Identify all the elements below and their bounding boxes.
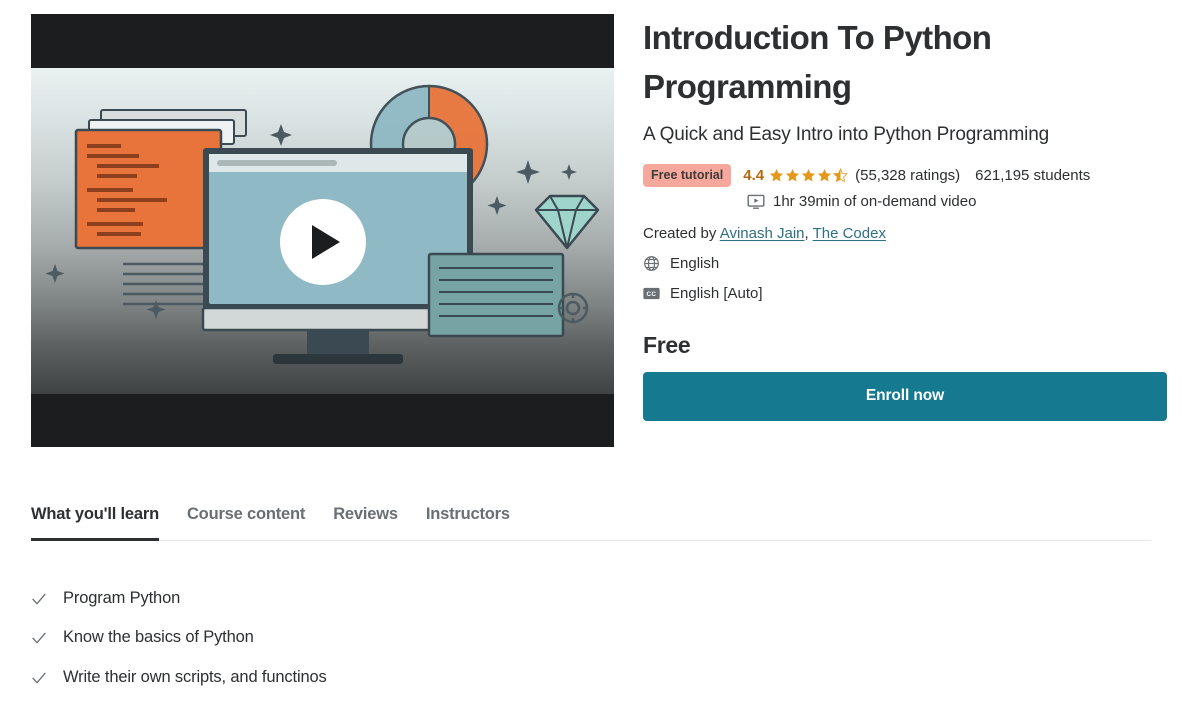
- tab-course-content[interactable]: Course content: [173, 505, 319, 541]
- list-item: Write their own scripts, and functinos: [31, 667, 731, 688]
- course-duration-row: 1hr 39min of on-demand video: [747, 193, 1167, 211]
- what-youll-learn-list: Program Python Know the basics of Python…: [31, 588, 731, 706]
- course-captions-row: CC English [Auto]: [643, 285, 1167, 302]
- course-language-row: English: [643, 255, 1167, 272]
- play-icon: [312, 225, 340, 259]
- course-subtitle: A Quick and Easy Intro into Python Progr…: [643, 122, 1167, 149]
- svg-text:CC: CC: [646, 291, 656, 298]
- course-tabs: What you'll learn Course content Reviews…: [31, 505, 1151, 541]
- students-count: 621,195 students: [975, 167, 1090, 184]
- status-badge: Free tutorial: [643, 164, 731, 187]
- list-item: Program Python: [31, 588, 731, 609]
- enroll-now-button[interactable]: Enroll now: [643, 372, 1167, 421]
- star-icon: [817, 168, 832, 183]
- course-info-panel: Introduction To Python Programming A Qui…: [643, 14, 1167, 421]
- check-icon: [31, 630, 47, 646]
- course-preview-player[interactable]: Preview this course: [31, 14, 614, 447]
- list-item-label: Program Python: [63, 588, 180, 609]
- course-price: Free: [643, 332, 1167, 359]
- globe-icon: [643, 255, 660, 272]
- course-language: English: [670, 255, 719, 272]
- player-letterbox-top: [31, 14, 614, 68]
- course-captions: English [Auto]: [670, 285, 763, 302]
- star-icon: [785, 168, 800, 183]
- list-item-label: Know the basics of Python: [63, 627, 254, 648]
- course-landing-page: Preview this course Introduction To Pyth…: [0, 0, 1182, 718]
- instructor-link-2[interactable]: The Codex: [813, 225, 886, 242]
- check-icon: [31, 670, 47, 686]
- player-letterbox-bottom: [31, 394, 614, 447]
- play-button[interactable]: [280, 199, 366, 285]
- course-meta-row: Free tutorial 4.4: [643, 164, 1167, 187]
- star-half-icon: [833, 168, 848, 183]
- tab-what-youll-learn[interactable]: What you'll learn: [31, 505, 173, 541]
- ratings-count: (55,328 ratings): [855, 167, 960, 184]
- closed-captions-icon: CC: [643, 285, 660, 302]
- star-icon: [801, 168, 816, 183]
- list-item-label: Write their own scripts, and functinos: [63, 667, 327, 688]
- rating-value: 4.4: [743, 167, 764, 184]
- created-by-row: Created by Avinash Jain, The Codex: [643, 225, 1167, 242]
- tab-reviews[interactable]: Reviews: [319, 505, 412, 541]
- list-item: Know the basics of Python: [31, 627, 731, 648]
- course-tabs-section: What you'll learn Course content Reviews…: [31, 505, 1151, 541]
- check-icon: [31, 591, 47, 607]
- created-by-label: Created by: [643, 225, 720, 242]
- instructor-link-1[interactable]: Avinash Jain: [720, 225, 805, 242]
- author-separator: ,: [805, 225, 813, 242]
- page-title: Introduction To Python Programming: [643, 14, 1167, 111]
- course-duration: 1hr 39min of on-demand video: [773, 193, 976, 210]
- star-icon: [769, 168, 784, 183]
- player-stage: Preview this course: [31, 68, 614, 394]
- tab-instructors[interactable]: Instructors: [412, 505, 524, 541]
- video-monitor-icon: [747, 193, 765, 211]
- rating-stars: [769, 168, 848, 183]
